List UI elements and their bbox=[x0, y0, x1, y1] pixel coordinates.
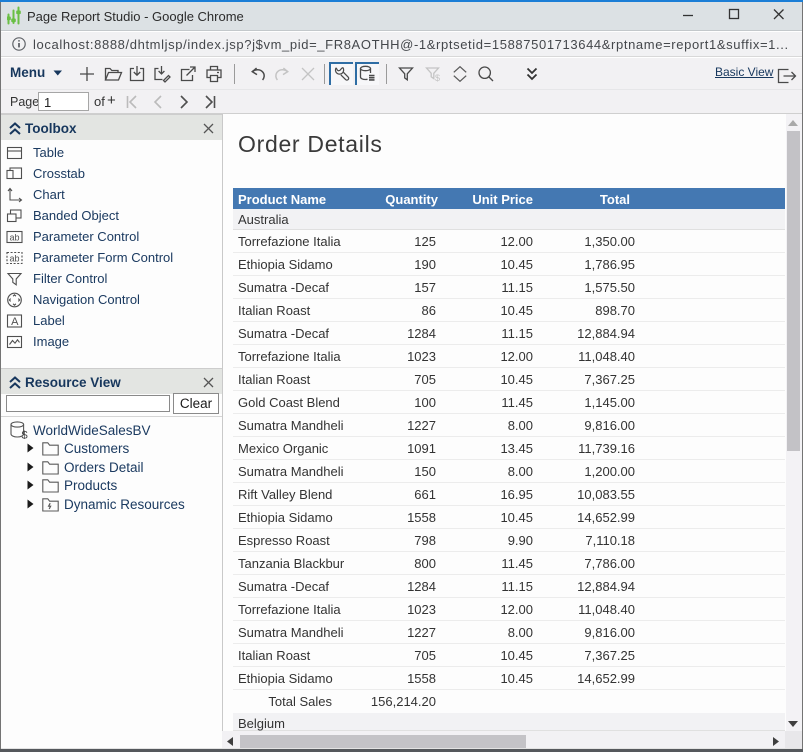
svg-text:A: A bbox=[11, 316, 19, 328]
svg-text:$: $ bbox=[435, 73, 440, 83]
svg-text:$: $ bbox=[22, 430, 28, 440]
svg-text:ab: ab bbox=[10, 233, 20, 243]
svg-text:ab: ab bbox=[10, 254, 20, 264]
